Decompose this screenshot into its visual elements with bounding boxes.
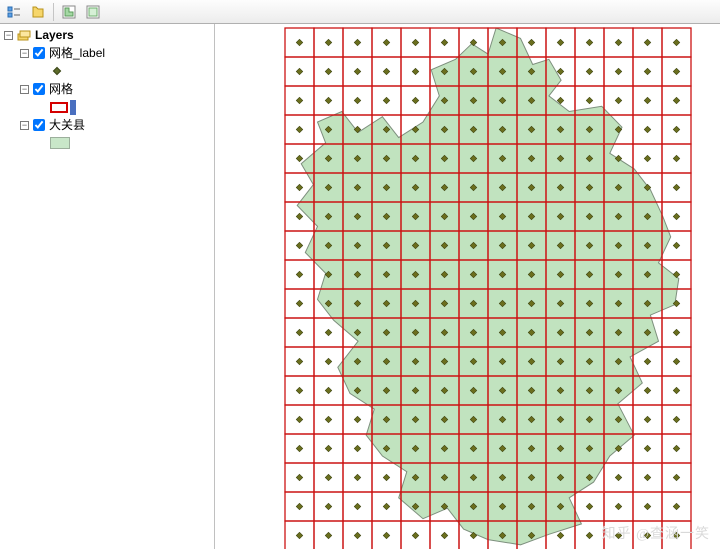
collapse-icon[interactable]: − <box>20 121 29 130</box>
toc-toolbar <box>0 0 720 24</box>
map-viewport[interactable] <box>215 24 720 549</box>
list-by-selection-icon[interactable] <box>82 2 104 22</box>
grid-outline-symbol-icon <box>50 102 68 113</box>
layer-visibility-checkbox[interactable] <box>33 47 45 59</box>
layer-symbol[interactable] <box>0 62 214 80</box>
fishnet-grid <box>285 28 691 549</box>
polygon-symbol-icon <box>50 137 70 149</box>
layer-symbol[interactable] <box>0 98 214 116</box>
list-by-drawing-icon[interactable] <box>3 2 25 22</box>
toolbar-separator <box>53 3 54 21</box>
map-canvas <box>215 24 720 549</box>
layer-visibility-checkbox[interactable] <box>33 83 45 95</box>
layer-visibility-checkbox[interactable] <box>33 119 45 131</box>
layer-item[interactable]: − 大关县 <box>0 116 214 134</box>
layer-item[interactable]: − 网格_label <box>0 44 214 62</box>
toc-panel: − Layers − 网格_label − 网格 − <box>0 24 215 549</box>
collapse-icon[interactable]: − <box>20 49 29 58</box>
list-by-source-icon[interactable] <box>27 2 49 22</box>
collapse-icon[interactable]: − <box>4 31 13 40</box>
point-symbol-icon <box>53 67 61 75</box>
layer-item[interactable]: − 网格 <box>0 80 214 98</box>
layers-root[interactable]: − Layers <box>0 26 214 44</box>
layer-name: 大关县 <box>49 116 85 134</box>
list-by-visibility-icon[interactable] <box>58 2 80 22</box>
layer-symbol[interactable] <box>0 134 214 152</box>
group-layer-icon <box>17 28 31 42</box>
grid-accent-symbol-icon <box>70 100 76 115</box>
layer-name: 网格 <box>49 80 73 98</box>
layers-root-label: Layers <box>35 26 74 44</box>
collapse-icon[interactable]: − <box>20 85 29 94</box>
layer-name: 网格_label <box>49 44 105 62</box>
